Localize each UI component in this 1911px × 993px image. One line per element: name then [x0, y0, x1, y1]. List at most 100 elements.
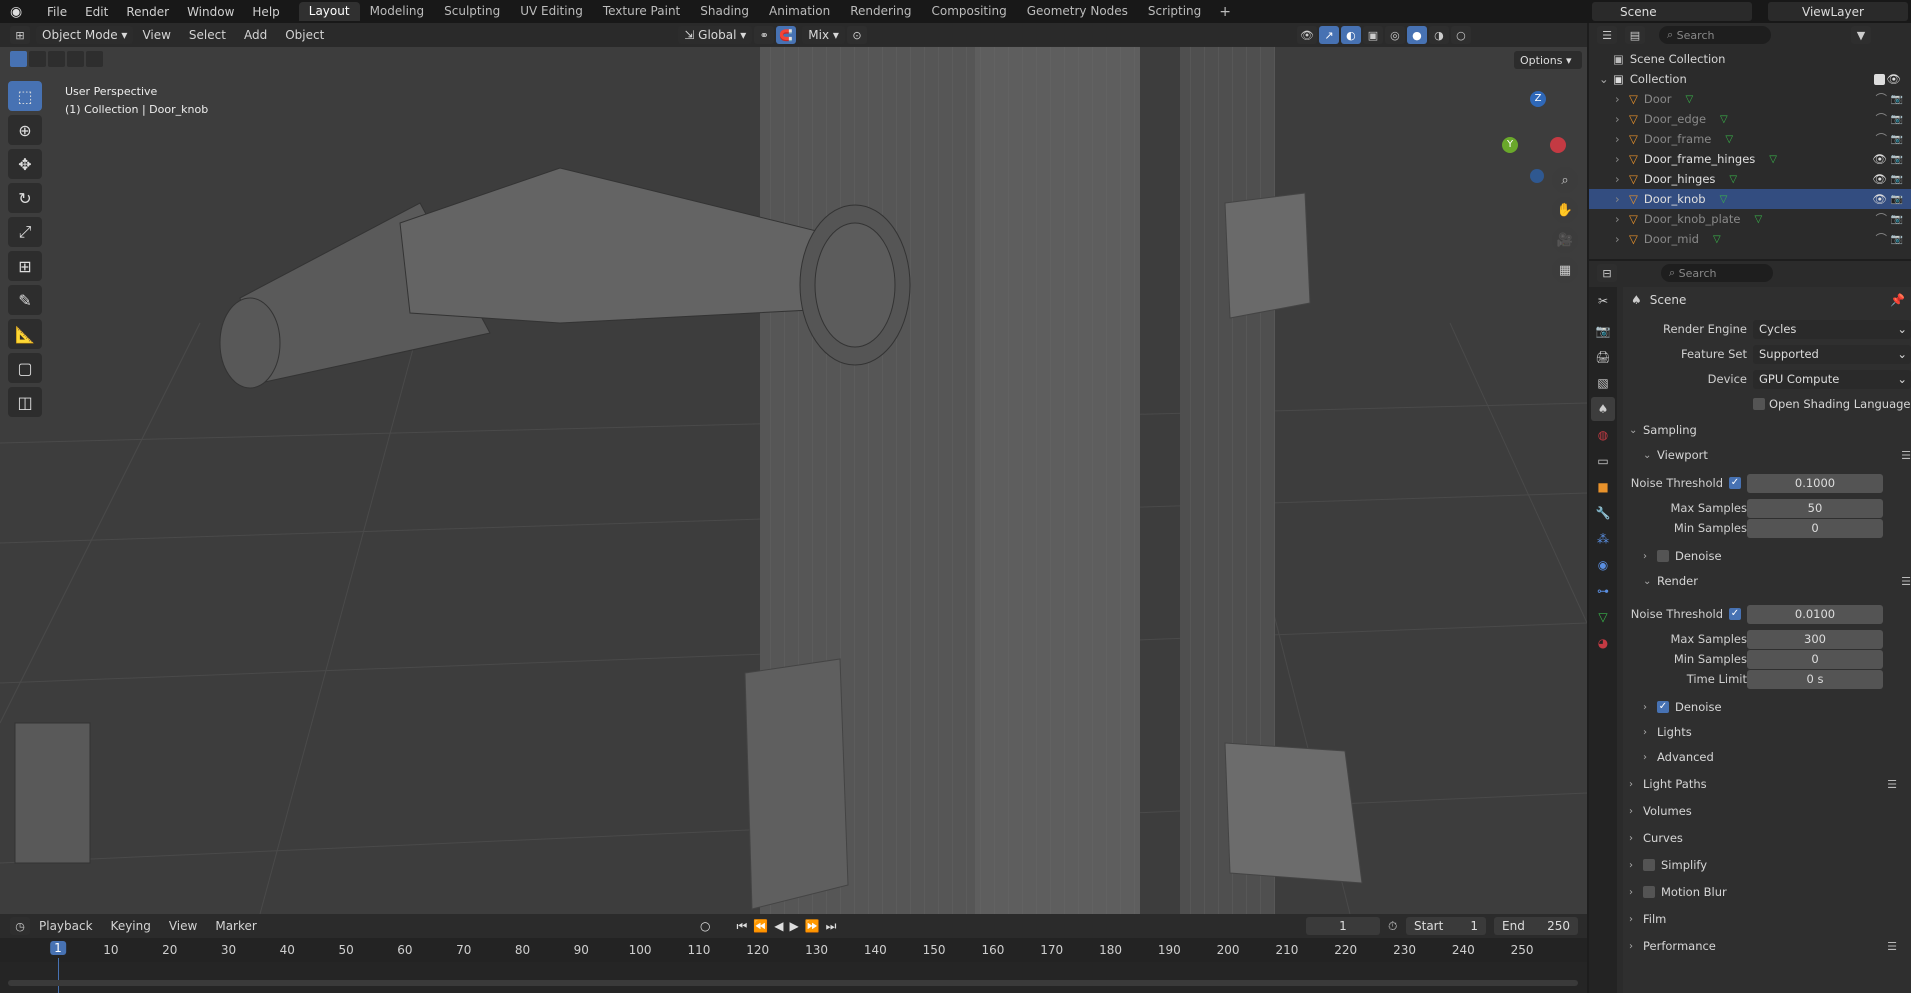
- transform-orientation-dropdown[interactable]: ⇲ Global ▾: [678, 26, 753, 44]
- vp-max-field[interactable]: 50: [1747, 498, 1883, 518]
- render-subpanel-header[interactable]: ⌄ Render ☰: [1643, 570, 1911, 592]
- chevron-right-icon[interactable]: ›: [1615, 132, 1629, 146]
- gizmo-y-axis[interactable]: Y: [1502, 137, 1518, 153]
- start-frame-field[interactable]: Start 1: [1406, 917, 1486, 935]
- menu-playback[interactable]: Playback: [30, 919, 102, 933]
- snap-mode-dropdown[interactable]: Mix ▾: [802, 26, 845, 44]
- camera-icon[interactable]: 📷: [1891, 94, 1903, 105]
- scene-selector[interactable]: Scene: [1592, 2, 1752, 21]
- outliner-object-row[interactable]: › ▽ Door_hinges ▽ 👁 📷: [1589, 169, 1911, 189]
- eye-closed-icon[interactable]: ⌒: [1876, 91, 1888, 107]
- overlay-icon[interactable]: ◐: [1340, 26, 1361, 44]
- list-icon[interactable]: ☰: [1901, 575, 1911, 588]
- output-tab-icon[interactable]: 🖨: [1591, 345, 1615, 369]
- advanced-header[interactable]: › Advanced: [1643, 746, 1911, 768]
- visibility-icon[interactable]: 👁: [1296, 26, 1317, 44]
- motion-blur-panel-header[interactable]: › Motion Blur: [1629, 881, 1911, 903]
- pin-icon[interactable]: 📌: [1890, 293, 1905, 307]
- camera-icon[interactable]: 📷: [1891, 114, 1903, 125]
- outliner-search-input[interactable]: ⌕ Search: [1659, 26, 1771, 44]
- timeline-scrollbar[interactable]: [8, 980, 1578, 986]
- eye-closed-icon[interactable]: ⌒: [1876, 211, 1888, 227]
- menu-timeline-view[interactable]: View: [160, 919, 206, 933]
- r-noise-checkbox[interactable]: ✓: [1729, 608, 1741, 620]
- chevron-right-icon[interactable]: ›: [1615, 172, 1629, 186]
- timeline-editor-type-icon[interactable]: ◷: [10, 917, 30, 935]
- collection-checkbox[interactable]: [1874, 73, 1885, 85]
- chevron-right-icon[interactable]: ›: [1615, 112, 1629, 126]
- snap-icon[interactable]: 🧲: [776, 26, 797, 44]
- chevron-right-icon[interactable]: ›: [1615, 152, 1629, 166]
- list-icon[interactable]: ☰: [1901, 449, 1911, 462]
- select-subtract-icon[interactable]: [48, 51, 65, 67]
- collection-row[interactable]: ⌄ ▣ Collection 👁: [1589, 69, 1911, 89]
- select-new-icon[interactable]: [10, 51, 27, 67]
- tab-sculpting[interactable]: Sculpting: [434, 2, 510, 21]
- jump-start-icon[interactable]: ⏮: [736, 919, 747, 934]
- add-workspace-icon[interactable]: +: [1211, 4, 1239, 20]
- properties-editor-type-icon[interactable]: ⊟: [1597, 264, 1617, 282]
- blender-logo-icon[interactable]: ◉: [10, 4, 30, 20]
- chevron-right-icon[interactable]: ›: [1615, 232, 1629, 246]
- pan-hand-icon[interactable]: ✋: [1552, 197, 1578, 223]
- zoom-icon[interactable]: ⌕: [1552, 167, 1578, 193]
- prev-key-icon[interactable]: ⏪: [753, 919, 768, 934]
- gizmo-icon[interactable]: ↗: [1318, 26, 1339, 44]
- eye-closed-icon[interactable]: ⌒: [1876, 111, 1888, 127]
- rendered-shading-icon[interactable]: ○: [1450, 26, 1471, 44]
- auto-key-icon[interactable]: ○: [700, 919, 710, 934]
- gizmo-x-axis[interactable]: [1550, 137, 1566, 153]
- transform-tool-icon[interactable]: ⊞: [8, 251, 42, 281]
- outliner-object-row[interactable]: › ▽ Door_frame ▽ ⌒ 📷: [1589, 129, 1911, 149]
- light-paths-panel-header[interactable]: › Light Paths ☰: [1629, 773, 1911, 795]
- measure-tool-icon[interactable]: 📐: [8, 319, 42, 349]
- camera-icon[interactable]: 📷: [1891, 154, 1903, 165]
- eye-icon[interactable]: 👁: [1872, 172, 1887, 186]
- properties-search-input[interactable]: ⌕ Search: [1661, 264, 1773, 282]
- scene-tab-icon[interactable]: ♠: [1591, 397, 1615, 421]
- camera-icon[interactable]: 📷: [1891, 234, 1903, 245]
- move-tool-icon[interactable]: ✥: [8, 149, 42, 179]
- camera-icon[interactable]: 📷: [1891, 174, 1903, 185]
- tab-animation[interactable]: Animation: [759, 2, 840, 21]
- menu-marker[interactable]: Marker: [206, 919, 265, 933]
- select-invert-icon[interactable]: [67, 51, 84, 67]
- volumes-panel-header[interactable]: › Volumes: [1629, 800, 1911, 822]
- tab-rendering[interactable]: Rendering: [840, 2, 921, 21]
- physics-tab-icon[interactable]: ◉: [1591, 553, 1615, 577]
- tab-compositing[interactable]: Compositing: [921, 2, 1016, 21]
- wireframe-shading-icon[interactable]: ◎: [1384, 26, 1405, 44]
- particles-tab-icon[interactable]: ⁂: [1591, 527, 1615, 551]
- menu-add[interactable]: Add: [235, 28, 276, 42]
- r-denoise-header[interactable]: › ✓ Denoise: [1643, 696, 1911, 718]
- solid-shading-icon[interactable]: ●: [1406, 26, 1427, 44]
- 3d-viewport[interactable]: ⊞ Object Mode ▾ View Select Add Object ⇲…: [0, 23, 1587, 914]
- eye-icon[interactable]: 👁: [1872, 192, 1887, 206]
- add-cube-tool-icon[interactable]: ▢: [8, 353, 42, 383]
- menu-window[interactable]: Window: [178, 5, 243, 19]
- editor-type-icon[interactable]: ⊞: [10, 26, 30, 44]
- gizmo-z-axis[interactable]: Z: [1530, 91, 1546, 107]
- r-time-field[interactable]: 0 s: [1747, 669, 1883, 689]
- filter-icon[interactable]: ▼: [1851, 26, 1871, 44]
- constraints-tab-icon[interactable]: ⊶: [1591, 579, 1615, 603]
- outliner-object-row[interactable]: › ▽ Door ▽ ⌒ 📷: [1589, 89, 1911, 109]
- play-reverse-icon[interactable]: ◀: [774, 919, 783, 934]
- render-engine-dropdown[interactable]: Cycles ⌄: [1753, 319, 1911, 339]
- outliner-object-row[interactable]: › ▽ Door_knob_plate ▽ ⌒ 📷: [1589, 209, 1911, 229]
- outliner-editor-type-icon[interactable]: ☰: [1597, 26, 1617, 44]
- rotate-tool-icon[interactable]: ↻: [8, 183, 42, 213]
- list-icon[interactable]: ☰: [1887, 778, 1897, 791]
- camera-icon[interactable]: 📷: [1891, 214, 1903, 225]
- sampling-panel-header[interactable]: ⌄ Sampling: [1629, 419, 1911, 441]
- lights-header[interactable]: › Lights: [1643, 721, 1911, 743]
- menu-help[interactable]: Help: [243, 5, 288, 19]
- eye-closed-icon[interactable]: ⌒: [1876, 131, 1888, 147]
- menu-select[interactable]: Select: [180, 28, 235, 42]
- performance-panel-header[interactable]: › Performance ☰: [1629, 935, 1911, 957]
- collection-tab-icon[interactable]: ▭: [1591, 449, 1615, 473]
- proportional-edit-icon[interactable]: ⊙: [846, 26, 867, 44]
- frame-ruler[interactable]: 1 10 20 30 40 50 60 70 80 90 100 110 120 130 140 150 160…: [0, 938, 1587, 962]
- chevron-right-icon[interactable]: ›: [1615, 212, 1629, 226]
- jump-end-icon[interactable]: ⏭: [826, 919, 837, 934]
